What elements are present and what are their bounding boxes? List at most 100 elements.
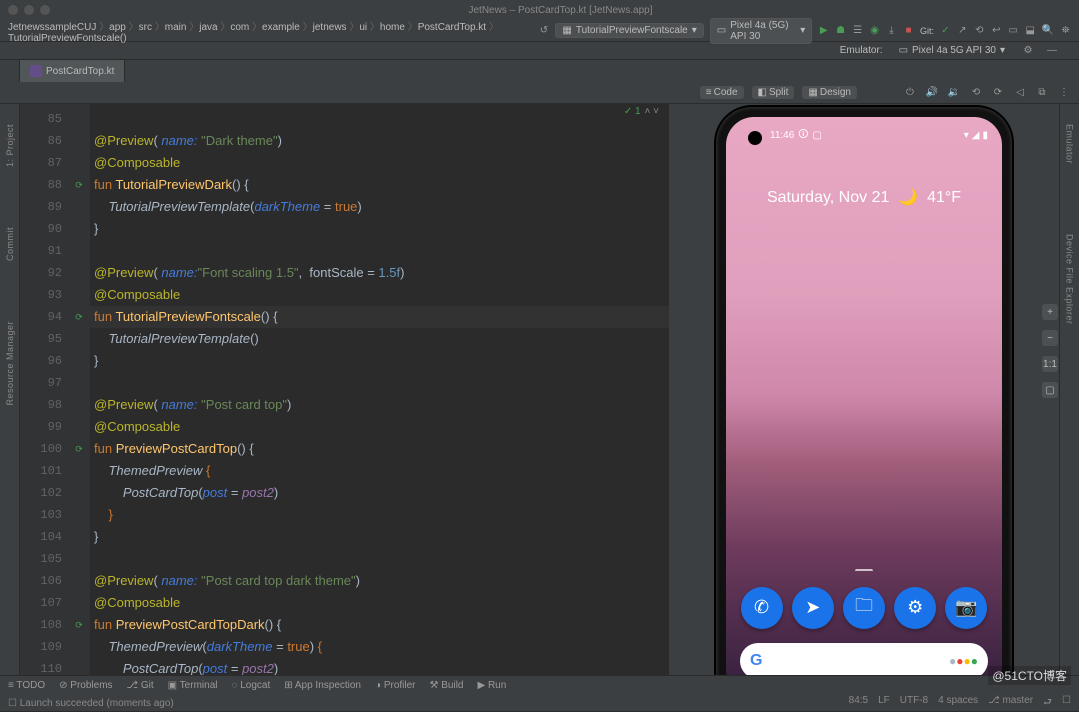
code-line[interactable]: }: [90, 218, 669, 240]
status-indicator[interactable]: LF: [878, 695, 890, 712]
view-split-button[interactable]: ◧ Split: [752, 86, 795, 99]
emu-power-icon[interactable]: ⏻: [903, 86, 917, 100]
breadcrumb-item[interactable]: JetnewssampleCUJ: [8, 22, 96, 33]
phone-icon[interactable]: ✆: [741, 587, 783, 629]
status-indicator[interactable]: UTF-8: [900, 695, 928, 712]
bottom-tool-item[interactable]: ≡ TODO: [8, 680, 45, 691]
emu-hide-icon[interactable]: —: [1045, 44, 1059, 58]
assistant-icon[interactable]: ●●●●: [949, 654, 978, 668]
code-line[interactable]: PostCardTop(post = post2): [90, 482, 669, 504]
code-line[interactable]: [90, 108, 669, 130]
breadcrumb-item[interactable]: TutorialPreviewFontscale(): [8, 33, 127, 44]
tool-project[interactable]: 1: Project: [5, 124, 15, 167]
breadcrumb-item[interactable]: ui: [359, 22, 367, 33]
code-line[interactable]: @Preview( name:"Font scaling 1.5", fontS…: [90, 262, 669, 284]
emu-rotate-left-icon[interactable]: ⟲: [969, 86, 983, 100]
breadcrumb-item[interactable]: java: [199, 22, 217, 33]
code-line[interactable]: fun TutorialPreviewFontscale() {: [90, 306, 669, 328]
status-indicator[interactable]: ☐: [1062, 695, 1071, 712]
attach-debugger-icon[interactable]: ⤓: [886, 24, 897, 38]
camera-icon[interactable]: 📷: [945, 587, 987, 629]
git-push-icon[interactable]: ↗: [957, 24, 968, 38]
emu-settings-icon[interactable]: ⚙: [1021, 44, 1035, 58]
status-indicator[interactable]: 84:5: [849, 695, 868, 712]
app-drawer-hint-icon[interactable]: [855, 569, 873, 573]
bottom-tool-item[interactable]: ▶ Run: [477, 680, 506, 691]
files-icon[interactable]: 🗀: [843, 587, 885, 629]
bottom-tool-item[interactable]: ⊘ Problems: [59, 680, 112, 691]
code-line[interactable]: }: [90, 504, 669, 526]
coverage-icon[interactable]: ☰: [852, 24, 863, 38]
status-indicator[interactable]: ⮐: [1043, 695, 1052, 712]
emu-rotate-right-icon[interactable]: ⟳: [991, 86, 1005, 100]
bottom-tool-item[interactable]: ◑ Profiler: [375, 680, 416, 691]
avd-manager-icon[interactable]: ▭: [1008, 24, 1019, 38]
tool-emulator[interactable]: Emulator: [1065, 124, 1075, 164]
view-design-button[interactable]: ▦ Design: [802, 86, 857, 99]
search-everywhere-icon[interactable]: 🔍: [1042, 24, 1054, 38]
code-line[interactable]: ThemedPreview {: [90, 460, 669, 482]
file-tab-postcardtop[interactable]: PostCardTop.kt: [20, 60, 125, 82]
emu-more-icon[interactable]: ⋮: [1057, 86, 1071, 100]
code-line[interactable]: fun PreviewPostCardTopDark() {: [90, 614, 669, 636]
view-code-button[interactable]: ≡ Code: [700, 86, 744, 99]
device-selector[interactable]: ▭Pixel 4a (5G) API 30▾: [710, 18, 812, 44]
profiler-icon[interactable]: ◉: [869, 24, 880, 38]
settings-icon[interactable]: ⚙: [894, 587, 936, 629]
breadcrumb-item[interactable]: com: [230, 22, 249, 33]
sync-icon[interactable]: ↺: [538, 24, 549, 38]
breadcrumb-item[interactable]: main: [165, 22, 187, 33]
code-text-area[interactable]: ✓ 1˄ ˅ @Preview( name: "Dark theme")@Com…: [90, 104, 669, 709]
breadcrumb-item[interactable]: app: [109, 22, 126, 33]
zoom-out-icon[interactable]: −: [1042, 330, 1058, 346]
status-indicator[interactable]: ⎇ master: [988, 695, 1033, 712]
run-gutter-icon[interactable]: ⟳: [72, 310, 86, 324]
emulator-device-dropdown[interactable]: ▭ Pixel 4a 5G API 30 ▾: [893, 45, 1011, 56]
run-config-selector[interactable]: ▦TutorialPreviewFontscale▾: [555, 23, 703, 38]
bottom-tool-item[interactable]: ⊞ App Inspection: [284, 680, 361, 691]
code-line[interactable]: [90, 372, 669, 394]
run-icon[interactable]: ▶: [818, 24, 829, 38]
code-line[interactable]: TutorialPreviewTemplate(darkTheme = true…: [90, 196, 669, 218]
breadcrumb-item[interactable]: example: [262, 22, 300, 33]
emu-volup-icon[interactable]: 🔊: [925, 86, 939, 100]
bottom-tool-item[interactable]: ⎇ Git: [127, 680, 154, 691]
run-gutter-icon[interactable]: ⟳: [72, 618, 86, 632]
code-line[interactable]: }: [90, 350, 669, 372]
breadcrumb-item[interactable]: jetnews: [313, 22, 347, 33]
zoom-window-icon[interactable]: [40, 5, 50, 15]
zoom-fit-icon[interactable]: 1:1: [1042, 356, 1058, 372]
code-line[interactable]: @Composable: [90, 592, 669, 614]
code-line[interactable]: [90, 548, 669, 570]
git-rollback-icon[interactable]: ↩: [991, 24, 1002, 38]
tool-resource-manager[interactable]: Resource Manager: [5, 321, 15, 406]
breadcrumb-item[interactable]: src: [139, 22, 152, 33]
code-line[interactable]: ThemedPreview(darkTheme = true) {: [90, 636, 669, 658]
code-line[interactable]: @Preview( name: "Post card top"): [90, 394, 669, 416]
stop-icon[interactable]: ■: [903, 24, 914, 38]
inspection-summary[interactable]: ✓ 1˄ ˅: [624, 106, 659, 117]
minimize-window-icon[interactable]: [24, 5, 34, 15]
settings-icon[interactable]: ⛯: [1060, 24, 1071, 38]
emu-back-icon[interactable]: ◁: [1013, 86, 1027, 100]
close-window-icon[interactable]: [8, 5, 18, 15]
tool-device-file-explorer[interactable]: Device File Explorer: [1065, 234, 1075, 325]
emu-voldown-icon[interactable]: 🔉: [947, 86, 961, 100]
git-update-icon[interactable]: ✓: [940, 24, 951, 38]
messages-icon[interactable]: ➤: [792, 587, 834, 629]
code-line[interactable]: fun PreviewPostCardTop() {: [90, 438, 669, 460]
code-line[interactable]: @Composable: [90, 284, 669, 306]
bottom-tool-item[interactable]: ▣ Terminal: [168, 680, 218, 691]
code-line[interactable]: }: [90, 526, 669, 548]
code-line[interactable]: @Composable: [90, 152, 669, 174]
code-line[interactable]: @Preview( name: "Dark theme"): [90, 130, 669, 152]
sdk-manager-icon[interactable]: ⬓: [1025, 24, 1036, 38]
device-screen[interactable]: 11:46 🛈 ▢ ▾ ◢ ▮ Saturday, Nov 21 🌙 41°F …: [726, 117, 1002, 697]
status-indicator[interactable]: 4 spaces: [938, 695, 978, 712]
home-weather-widget[interactable]: Saturday, Nov 21 🌙 41°F: [726, 187, 1002, 207]
bottom-tool-item[interactable]: ◌ Logcat: [231, 680, 270, 691]
debug-icon[interactable]: ☗: [835, 24, 846, 38]
run-gutter-icon[interactable]: ⟳: [72, 178, 86, 192]
breadcrumb-item[interactable]: home: [380, 22, 405, 33]
emu-screenshot-icon[interactable]: ⧉: [1035, 86, 1049, 100]
